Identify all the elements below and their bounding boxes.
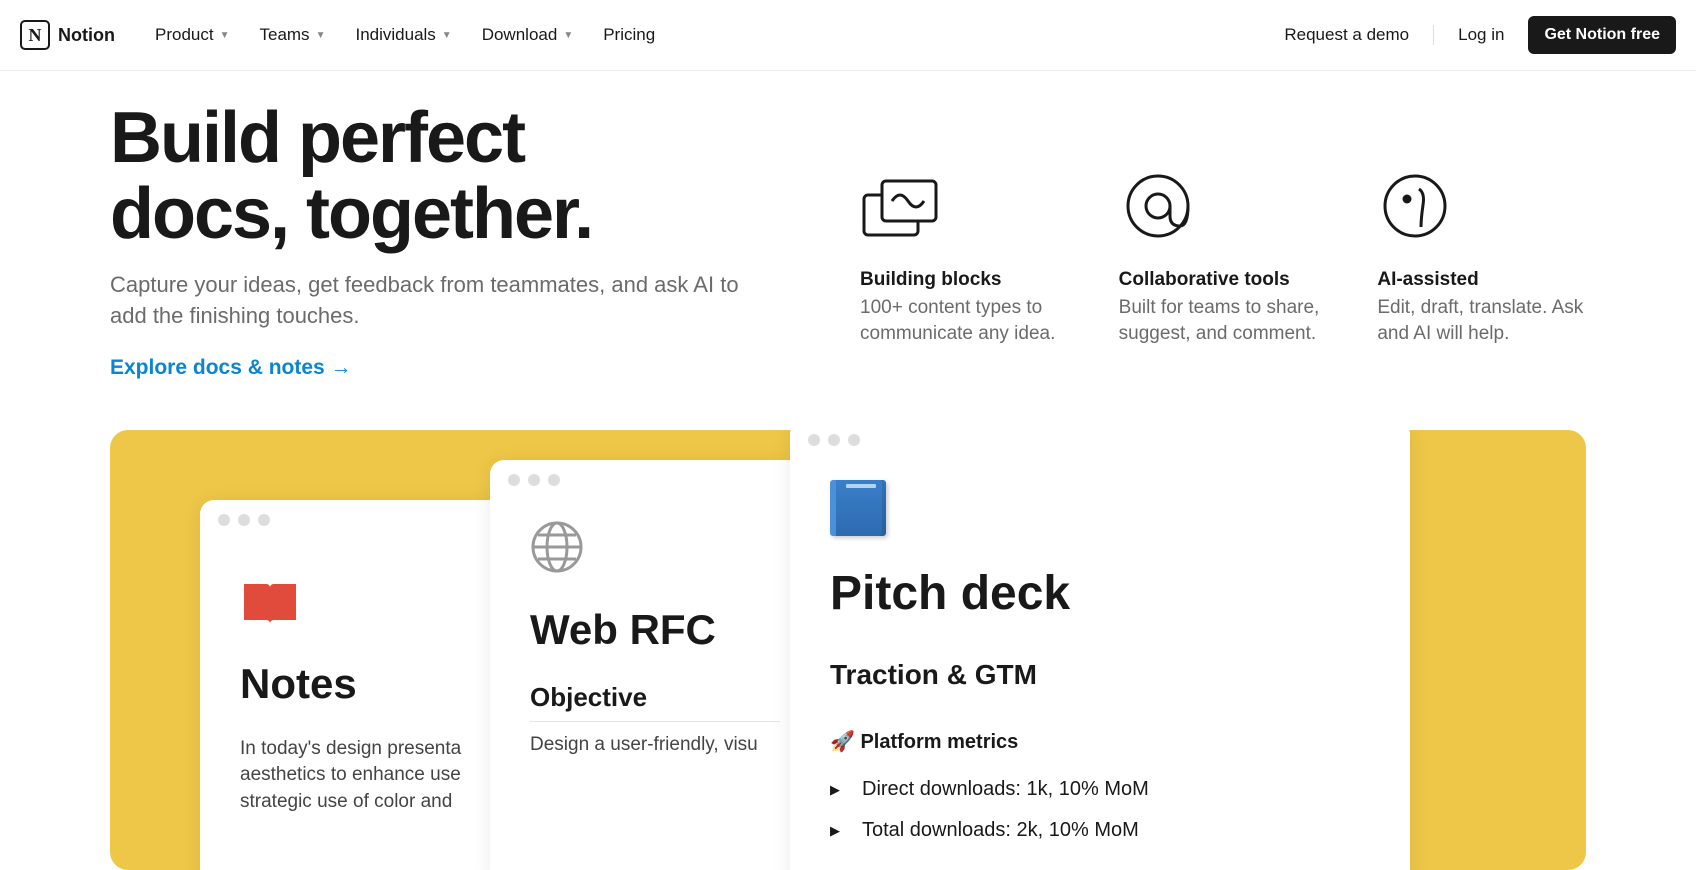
feature-title: Building blocks [860,269,1069,291]
card-heading: Objective [530,682,780,722]
metrics-heading: 🚀 Platform metrics [830,729,1370,754]
card-heading: Traction & GTM [830,659,1370,699]
dot-icon [808,434,820,446]
feature-collaborative: Collaborative tools Built for teams to s… [1119,171,1328,380]
dot-icon [508,474,520,486]
page-content: Build perfect docs, together. Capture yo… [0,71,1696,870]
window-dots [490,460,820,500]
feature-title: Collaborative tools [1119,269,1328,291]
chevron-down-icon: ▼ [563,30,573,41]
card-web-rfc: Web RFC Objective Design a user-friendly… [490,460,820,870]
at-sign-icon [1119,171,1328,241]
logo[interactable]: N Notion [20,20,115,50]
hero-title: Build perfect docs, together. [110,101,760,252]
chevron-down-icon: ▼ [316,30,326,41]
face-icon [1377,171,1586,241]
metric-item: Direct downloads: 1k, 10% MoM [830,778,1370,801]
card-pitch-deck: Pitch deck Traction & GTM 🚀 Platform met… [790,430,1410,870]
preview-panel: Notes In today's design presenta aesthet… [110,430,1586,870]
card-text: Design a user-friendly, visu [530,732,780,759]
metric-item: Total downloads: 2k, 10% MoM [830,819,1370,842]
feature-ai: AI-assisted Edit, draft, translate. Ask … [1377,171,1586,380]
nav-pricing[interactable]: Pricing [603,25,655,45]
feature-desc: 100+ content types to communicate any id… [860,295,1069,346]
window-dots [790,430,1410,460]
card-title: Notes [240,660,480,708]
dot-icon [238,514,250,526]
notebook-icon [830,480,1370,546]
chevron-down-icon: ▼ [442,30,452,41]
header-right: Request a demo Log in Get Notion free [1284,16,1676,54]
chevron-down-icon: ▼ [220,30,230,41]
login-link[interactable]: Log in [1458,25,1504,45]
building-blocks-icon [860,171,1069,241]
feature-building-blocks: Building blocks 100+ content types to co… [860,171,1069,380]
header-left: N Notion Product ▼ Teams ▼ Individuals ▼… [20,20,655,50]
logo-text: Notion [58,25,115,46]
nav-individuals[interactable]: Individuals ▼ [355,25,451,45]
feature-desc: Built for teams to share, suggest, and c… [1119,295,1328,346]
feature-title: AI-assisted [1377,269,1586,291]
features-row: Building blocks 100+ content types to co… [860,171,1586,380]
card-title: Pitch deck [830,566,1370,621]
dot-icon [548,474,560,486]
preview-cards: Notes In today's design presenta aesthet… [200,430,1410,870]
dot-icon [218,514,230,526]
dot-icon [828,434,840,446]
nav-teams[interactable]: Teams ▼ [259,25,325,45]
hero-section: Build perfect docs, together. Capture yo… [110,101,1586,380]
card-title: Web RFC [530,606,780,654]
site-header: N Notion Product ▼ Teams ▼ Individuals ▼… [0,0,1696,71]
divider [1433,25,1434,45]
logo-icon: N [20,20,50,50]
nav-product[interactable]: Product ▼ [155,25,230,45]
dot-icon [528,474,540,486]
hero-subtitle: Capture your ideas, get feedback from te… [110,270,760,332]
feature-desc: Edit, draft, translate. Ask and AI will … [1377,295,1586,346]
main-nav: Product ▼ Teams ▼ Individuals ▼ Download… [155,25,655,45]
card-notes: Notes In today's design presenta aesthet… [200,500,520,870]
hero-copy: Build perfect docs, together. Capture yo… [110,101,760,380]
globe-icon [530,520,780,586]
explore-docs-link[interactable]: Explore docs & notes → [110,356,352,379]
dot-icon [258,514,270,526]
window-dots [200,500,520,540]
nav-download[interactable]: Download ▼ [482,25,574,45]
request-demo-link[interactable]: Request a demo [1284,25,1409,45]
card-text: In today's design presenta aesthetics to… [240,736,480,816]
dot-icon [848,434,860,446]
get-notion-free-button[interactable]: Get Notion free [1528,16,1676,54]
book-icon [240,580,480,640]
